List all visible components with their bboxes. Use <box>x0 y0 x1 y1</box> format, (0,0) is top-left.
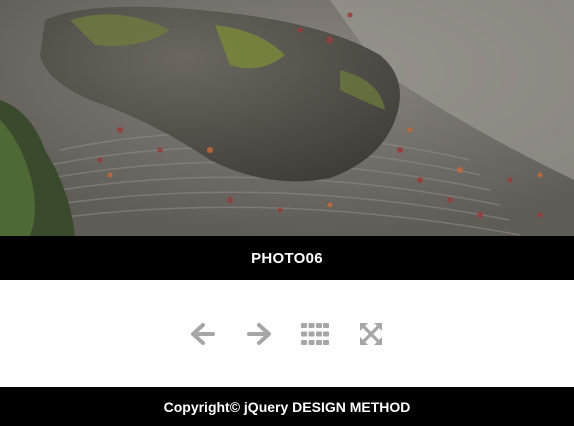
copyright-text: Copyright© jQuery DESIGN METHOD <box>163 398 411 415</box>
fullscreen-icon[interactable] <box>356 319 386 349</box>
rock-garden-image <box>0 0 574 236</box>
arrow-left-icon[interactable] <box>188 319 218 349</box>
gallery-controls <box>0 280 574 387</box>
caption-bar: PHOTO06 <box>0 236 574 280</box>
gallery-photo[interactable] <box>0 0 574 236</box>
footer: Copyright© jQuery DESIGN METHOD <box>0 387 574 426</box>
photo-caption: PHOTO06 <box>251 249 323 267</box>
arrow-right-icon[interactable] <box>244 319 274 349</box>
grid-icon[interactable] <box>300 319 330 349</box>
